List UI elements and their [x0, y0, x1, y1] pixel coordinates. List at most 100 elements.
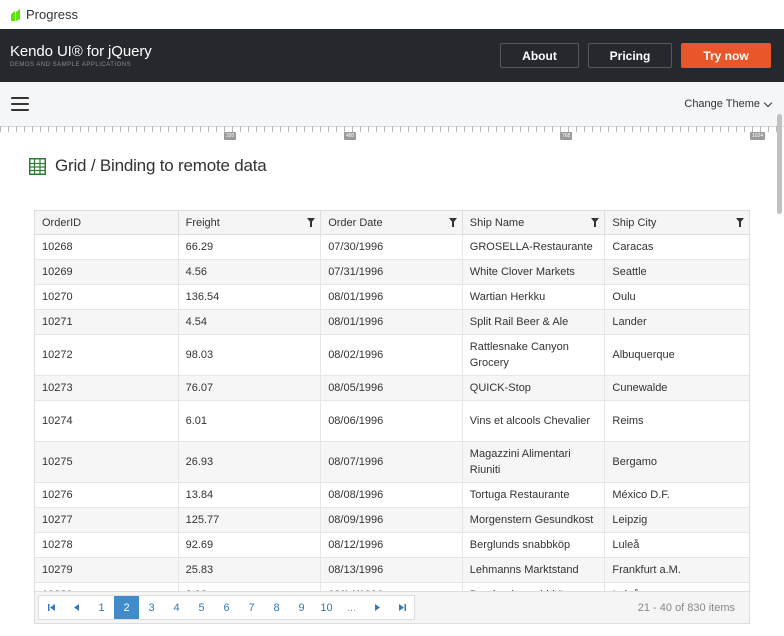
column-header-order-date[interactable]: Order Date: [321, 211, 463, 234]
table-row[interactable]: 10269 4.56 07/31/1996 White Clover Markets S…: [35, 260, 749, 285]
change-theme-label: Change Theme: [684, 98, 760, 110]
page-button-6[interactable]: 6: [214, 596, 239, 619]
page-scrollbar[interactable]: [774, 110, 784, 636]
filter-icon[interactable]: [307, 218, 316, 227]
scrollbar-thumb[interactable]: [777, 114, 782, 214]
prev-page-icon[interactable]: [64, 596, 89, 619]
table-cell: Vins et alcools Chevalier: [463, 401, 606, 441]
table-row[interactable]: 10274 6.01 08/06/1996 Vins et alcools Cheva…: [35, 401, 749, 442]
table-cell: Oulu: [612, 291, 636, 303]
table-cell: 10280: [35, 583, 179, 591]
page-button-5[interactable]: 5: [189, 596, 214, 619]
table-cell: Lehmanns Marktstand: [463, 558, 606, 582]
table-cell: QUICK-Stop: [463, 376, 606, 400]
table-cell: 10275: [35, 442, 179, 482]
table-cell: 66.29: [179, 235, 322, 259]
table-cell: 10276: [35, 483, 179, 507]
table-cell: Morgenstern Gesundkost: [463, 508, 606, 532]
filter-icon[interactable]: [448, 218, 457, 227]
page-button-2[interactable]: 2: [114, 596, 139, 619]
about-button[interactable]: About: [500, 43, 579, 68]
table-cell: 10270: [35, 285, 179, 309]
table-row[interactable]: 10275 26.93 08/07/1996 Magazzini Alimentari…: [35, 442, 749, 483]
table-cell: 10268: [35, 235, 179, 259]
table-cell: 10272: [35, 335, 179, 375]
table-row[interactable]: 10271 4.54 08/01/1996 Split Rail Beer & Ale…: [35, 310, 749, 335]
table-row[interactable]: 102808.9808/14/1996Berglunds snabbköpLul…: [35, 583, 749, 591]
site-header: Kendo UI® for jQuery DEMOS AND SAMPLE AP…: [0, 29, 784, 82]
table-cell: 4.56: [179, 260, 322, 284]
table-cell: 08/08/1996: [321, 483, 463, 507]
table-row[interactable]: 10276 13.84 08/08/1996 Tortuga Restaurante M…: [35, 483, 749, 508]
table-cell: 98.03: [179, 335, 322, 375]
table-row[interactable]: 10273 76.07 08/05/1996 QUICK-Stop Cunewalde: [35, 376, 749, 401]
page-button-4[interactable]: 4: [164, 596, 189, 619]
grid-icon: [29, 157, 46, 175]
table-cell: 13.84: [179, 483, 322, 507]
table-cell: 8.98: [179, 583, 322, 591]
table-cell: 6.01: [179, 401, 322, 441]
table-cell: 10279: [35, 558, 179, 582]
chevron-down-icon: [763, 98, 773, 107]
table-cell: 10278: [35, 533, 179, 557]
page-button-8[interactable]: 8: [264, 596, 289, 619]
table-row[interactable]: 10277 125.77 08/09/1996 Morgenstern Gesundk…: [35, 508, 749, 533]
page-title: Grid / Binding to remote data: [29, 156, 267, 176]
column-header-freight[interactable]: Freight: [179, 211, 322, 234]
column-header-ship-name[interactable]: Ship Name: [463, 211, 606, 234]
table-cell: 4.54: [179, 310, 322, 334]
table-cell: Tortuga Restaurante: [463, 483, 606, 507]
table-cell: Reims: [612, 415, 644, 427]
page-button-3[interactable]: 3: [139, 596, 164, 619]
table-cell: 07/31/1996: [321, 260, 463, 284]
column-header-orderid[interactable]: OrderID: [35, 211, 179, 234]
next-page-icon[interactable]: [364, 596, 389, 619]
table-cell: Leipzig: [612, 514, 648, 526]
page-button-10[interactable]: 10: [314, 596, 339, 619]
try-now-button[interactable]: Try now: [681, 43, 771, 68]
first-page-icon[interactable]: [39, 596, 64, 619]
grid-body: 10268 66.29 07/30/1996 GROSELLA-Restaurante…: [35, 235, 749, 591]
table-row[interactable]: 10268 66.29 07/30/1996 GROSELLA-Restaurante…: [35, 235, 749, 260]
table-cell: 10269: [35, 260, 179, 284]
ruler-mark-320[interactable]: 320: [224, 132, 237, 140]
ruler-mark-480[interactable]: 480: [344, 132, 357, 140]
more-pages-button[interactable]: ...: [339, 596, 364, 619]
change-theme-dropdown[interactable]: Change Theme: [684, 98, 773, 110]
page-button-7[interactable]: 7: [239, 596, 264, 619]
table-cell: 08/14/1996: [321, 583, 463, 591]
ruler-mark-1024[interactable]: 1024: [750, 132, 766, 140]
table-cell: 10273: [35, 376, 179, 400]
table-cell: Berglunds snabbköp: [463, 583, 606, 591]
table-cell: México D.F.: [612, 489, 670, 501]
last-page-icon[interactable]: [389, 596, 414, 619]
pricing-button[interactable]: Pricing: [588, 43, 672, 68]
table-cell: 10277: [35, 508, 179, 532]
filter-icon[interactable]: [735, 218, 744, 227]
product-branding[interactable]: Kendo UI® for jQuery DEMOS AND SAMPLE AP…: [10, 43, 152, 68]
progress-logo[interactable]: Progress: [11, 7, 78, 22]
table-cell: Split Rail Beer & Ale: [463, 310, 606, 334]
table-cell: 08/01/1996: [321, 285, 463, 309]
orders-grid: OrderID Freight Order Date Ship Name Shi…: [34, 210, 750, 624]
table-cell: 08/01/1996: [321, 310, 463, 334]
progress-logo-icon: [11, 8, 20, 21]
product-title: Kendo UI® for jQuery: [10, 43, 152, 60]
ruler-mark-768[interactable]: 768: [560, 132, 573, 140]
table-cell: 08/06/1996: [321, 401, 463, 441]
table-cell: 25.83: [179, 558, 322, 582]
hamburger-menu-icon[interactable]: [11, 97, 29, 111]
table-row[interactable]: 10272 98.03 08/02/1996 Rattlesnake Canyon G…: [35, 335, 749, 376]
table-cell: 136.54: [179, 285, 322, 309]
page-title-text: Grid / Binding to remote data: [55, 156, 267, 175]
filter-icon[interactable]: [591, 218, 600, 227]
demo-toolbar: Change Theme: [0, 82, 784, 126]
table-row[interactable]: 10279 25.83 08/13/1996 Lehmanns Marktstand F…: [35, 558, 749, 583]
table-cell: Cunewalde: [612, 382, 668, 394]
table-row[interactable]: 10278 92.69 08/12/1996 Berglunds snabbköp Lu…: [35, 533, 749, 558]
column-header-ship-city[interactable]: Ship City: [605, 211, 749, 234]
table-cell: 125.77: [179, 508, 322, 532]
page-button-9[interactable]: 9: [289, 596, 314, 619]
page-button-1[interactable]: 1: [89, 596, 114, 619]
table-row[interactable]: 10270 136.54 08/01/1996 Wartian Herkku Oulu: [35, 285, 749, 310]
